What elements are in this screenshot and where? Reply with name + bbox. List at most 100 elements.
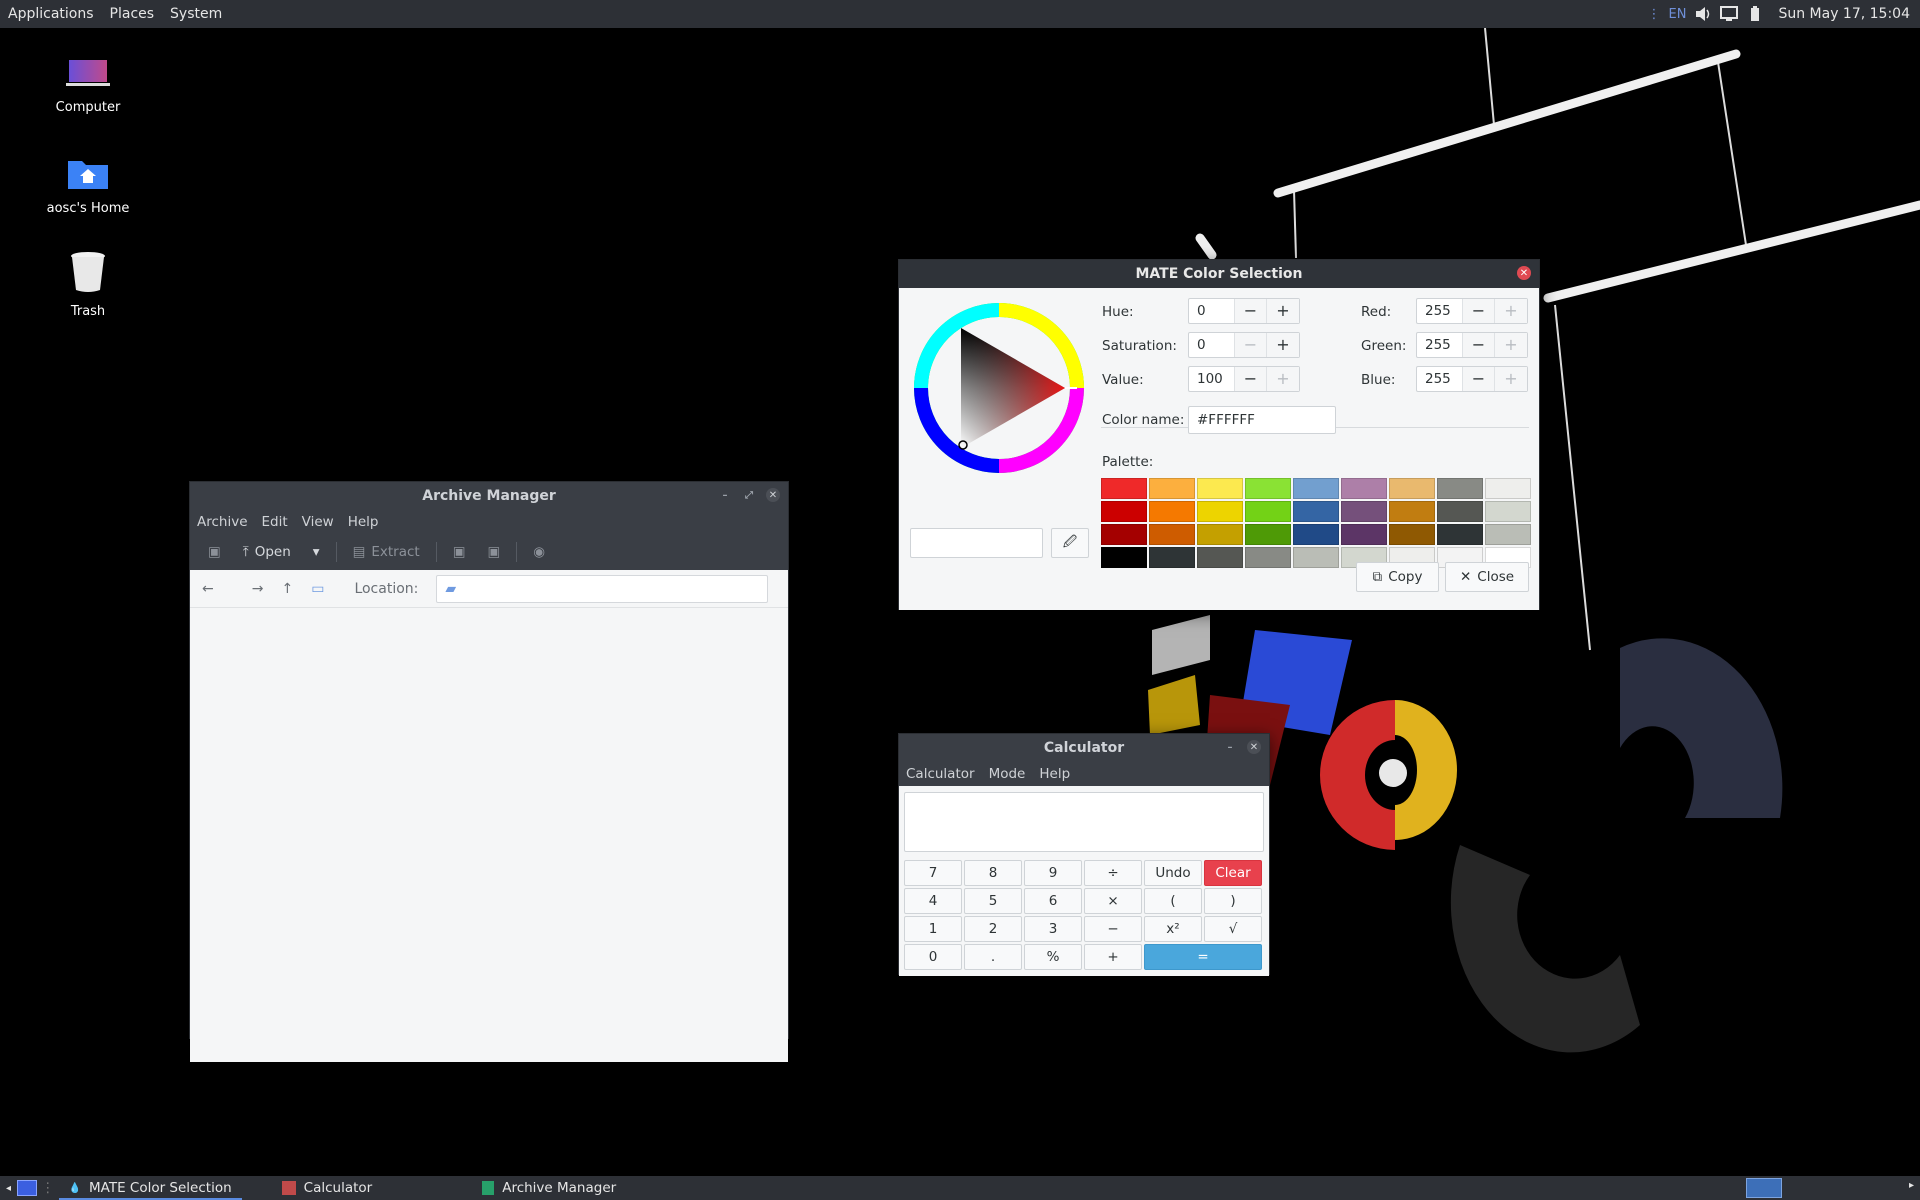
key-8[interactable]: 8 (964, 860, 1022, 886)
palette-swatch-2-2[interactable] (1197, 524, 1243, 545)
palette-swatch-2-8[interactable] (1485, 524, 1531, 545)
calculator-display[interactable] (904, 792, 1264, 852)
panel-right-arrow-icon[interactable]: ▸ (1909, 1180, 1914, 1191)
palette-swatch-1-4[interactable] (1293, 501, 1339, 522)
value-value[interactable]: 100 (1189, 367, 1235, 391)
close-button[interactable]: ✕ Close (1445, 562, 1529, 592)
copy-button[interactable]: ⧉ Copy (1356, 562, 1439, 592)
close-icon[interactable]: ✕ (1517, 266, 1531, 280)
saturation-increment-button[interactable]: + (1267, 333, 1299, 357)
menu-calculator[interactable]: Calculator (899, 766, 982, 782)
key-square[interactable]: x² (1144, 916, 1202, 942)
value-spinner[interactable]: 100 − + (1188, 366, 1300, 392)
eyedropper-button[interactable]: 🖉 (1051, 528, 1089, 558)
key-decimal[interactable]: . (964, 944, 1022, 970)
menu-help[interactable]: Help (341, 514, 386, 530)
key-percent[interactable]: % (1024, 944, 1082, 970)
palette-swatch-2-1[interactable] (1149, 524, 1195, 545)
open-dropdown-button[interactable]: ▾ (307, 544, 326, 560)
key-add[interactable]: + (1084, 944, 1142, 970)
archive-manager-titlebar[interactable]: Archive Manager – ⤢ ✕ (190, 482, 788, 510)
open-button[interactable]: ⤒ Open (237, 544, 297, 560)
menu-mode[interactable]: Mode (982, 766, 1033, 782)
key-4[interactable]: 4 (904, 888, 962, 914)
palette-swatch-2-3[interactable] (1245, 524, 1291, 545)
palette-swatch-0-4[interactable] (1293, 478, 1339, 499)
palette-swatch-1-6[interactable] (1389, 501, 1435, 522)
key-equals[interactable]: = (1144, 944, 1262, 970)
key-9[interactable]: 9 (1024, 860, 1082, 886)
palette-swatch-0-2[interactable] (1197, 478, 1243, 499)
hue-spinner[interactable]: 0 − + (1188, 298, 1300, 324)
hue-wheel[interactable] (909, 298, 1089, 478)
red-value[interactable]: 255 (1417, 299, 1463, 323)
key-1[interactable]: 1 (904, 916, 962, 942)
red-decrement-button[interactable]: − (1463, 299, 1495, 323)
panel-left-arrow-icon[interactable]: ◂ (0, 1183, 17, 1194)
palette-swatch-0-8[interactable] (1485, 478, 1531, 499)
key-6[interactable]: 6 (1024, 888, 1082, 914)
palette-swatch-1-5[interactable] (1341, 501, 1387, 522)
clock[interactable]: Sun May 17, 15:04 (1778, 6, 1910, 22)
green-decrement-button[interactable]: − (1463, 333, 1495, 357)
red-spinner[interactable]: 255 − + (1416, 298, 1528, 324)
palette-swatch-3-1[interactable] (1149, 547, 1195, 568)
blue-increment-button[interactable]: + (1495, 367, 1527, 391)
key-clear[interactable]: Clear (1204, 860, 1262, 886)
hue-value[interactable]: 0 (1189, 299, 1235, 323)
value-decrement-button[interactable]: − (1235, 367, 1267, 391)
color-selection-titlebar[interactable]: MATE Color Selection ✕ (899, 260, 1539, 288)
palette-swatch-1-3[interactable] (1245, 501, 1291, 522)
key-7[interactable]: 7 (904, 860, 962, 886)
add-folder-button[interactable]: ▣ (481, 544, 506, 560)
palette-swatch-2-4[interactable] (1293, 524, 1339, 545)
menu-edit[interactable]: Edit (255, 514, 295, 530)
workspace-switcher[interactable] (1746, 1178, 1782, 1198)
key-close-paren[interactable]: ) (1204, 888, 1262, 914)
palette-swatch-0-3[interactable] (1245, 478, 1291, 499)
key-5[interactable]: 5 (964, 888, 1022, 914)
menu-help[interactable]: Help (1032, 766, 1077, 782)
palette-swatch-2-0[interactable] (1101, 524, 1147, 545)
palette-swatch-2-7[interactable] (1437, 524, 1483, 545)
key-sqrt[interactable]: √ (1204, 916, 1262, 942)
desktop-icon-home[interactable]: aosc's Home (23, 155, 153, 216)
key-0[interactable]: 0 (904, 944, 962, 970)
task-archive-manager[interactable]: Archive Manager (472, 1176, 626, 1200)
volume-icon[interactable] (1694, 5, 1712, 23)
red-increment-button[interactable]: + (1495, 299, 1527, 323)
blue-decrement-button[interactable]: − (1463, 367, 1495, 391)
palette-swatch-1-1[interactable] (1149, 501, 1195, 522)
palette-swatch-3-0[interactable] (1101, 547, 1147, 568)
network-icon[interactable] (1720, 5, 1739, 23)
archive-file-list[interactable] (190, 608, 788, 1062)
minimize-icon[interactable]: – (1223, 740, 1237, 754)
maximize-icon[interactable]: ⤢ (742, 488, 756, 502)
green-increment-button[interactable]: + (1495, 333, 1527, 357)
palette-swatch-3-2[interactable] (1197, 547, 1243, 568)
desktop-icon-computer[interactable]: Computer (23, 54, 153, 115)
task-color-selection[interactable]: 💧 MATE Color Selection (58, 1176, 242, 1200)
palette-swatch-0-6[interactable] (1389, 478, 1435, 499)
places-menu[interactable]: Places (102, 0, 163, 28)
extract-button[interactable]: ▤ Extract (347, 544, 426, 560)
system-menu[interactable]: System (162, 0, 230, 28)
key-divide[interactable]: ÷ (1084, 860, 1142, 886)
palette-swatch-2-5[interactable] (1341, 524, 1387, 545)
key-2[interactable]: 2 (964, 916, 1022, 942)
stop-button[interactable]: ◉ (527, 544, 551, 560)
key-multiply[interactable]: × (1084, 888, 1142, 914)
blue-spinner[interactable]: 255 − + (1416, 366, 1528, 392)
blue-value[interactable]: 255 (1417, 367, 1463, 391)
saturation-spinner[interactable]: 0 − + (1188, 332, 1300, 358)
palette-swatch-0-1[interactable] (1149, 478, 1195, 499)
calculator-titlebar[interactable]: Calculator – ✕ (899, 734, 1269, 762)
battery-icon[interactable] (1746, 5, 1764, 23)
saturation-decrement-button[interactable]: − (1235, 333, 1267, 357)
add-files-button[interactable]: ▣ (447, 544, 472, 560)
close-icon[interactable]: ✕ (766, 488, 780, 502)
minimize-icon[interactable]: – (718, 488, 732, 502)
palette-swatch-2-6[interactable] (1389, 524, 1435, 545)
new-archive-button[interactable]: ▣ (202, 544, 227, 560)
color-name-input[interactable]: #FFFFFF (1188, 406, 1336, 434)
